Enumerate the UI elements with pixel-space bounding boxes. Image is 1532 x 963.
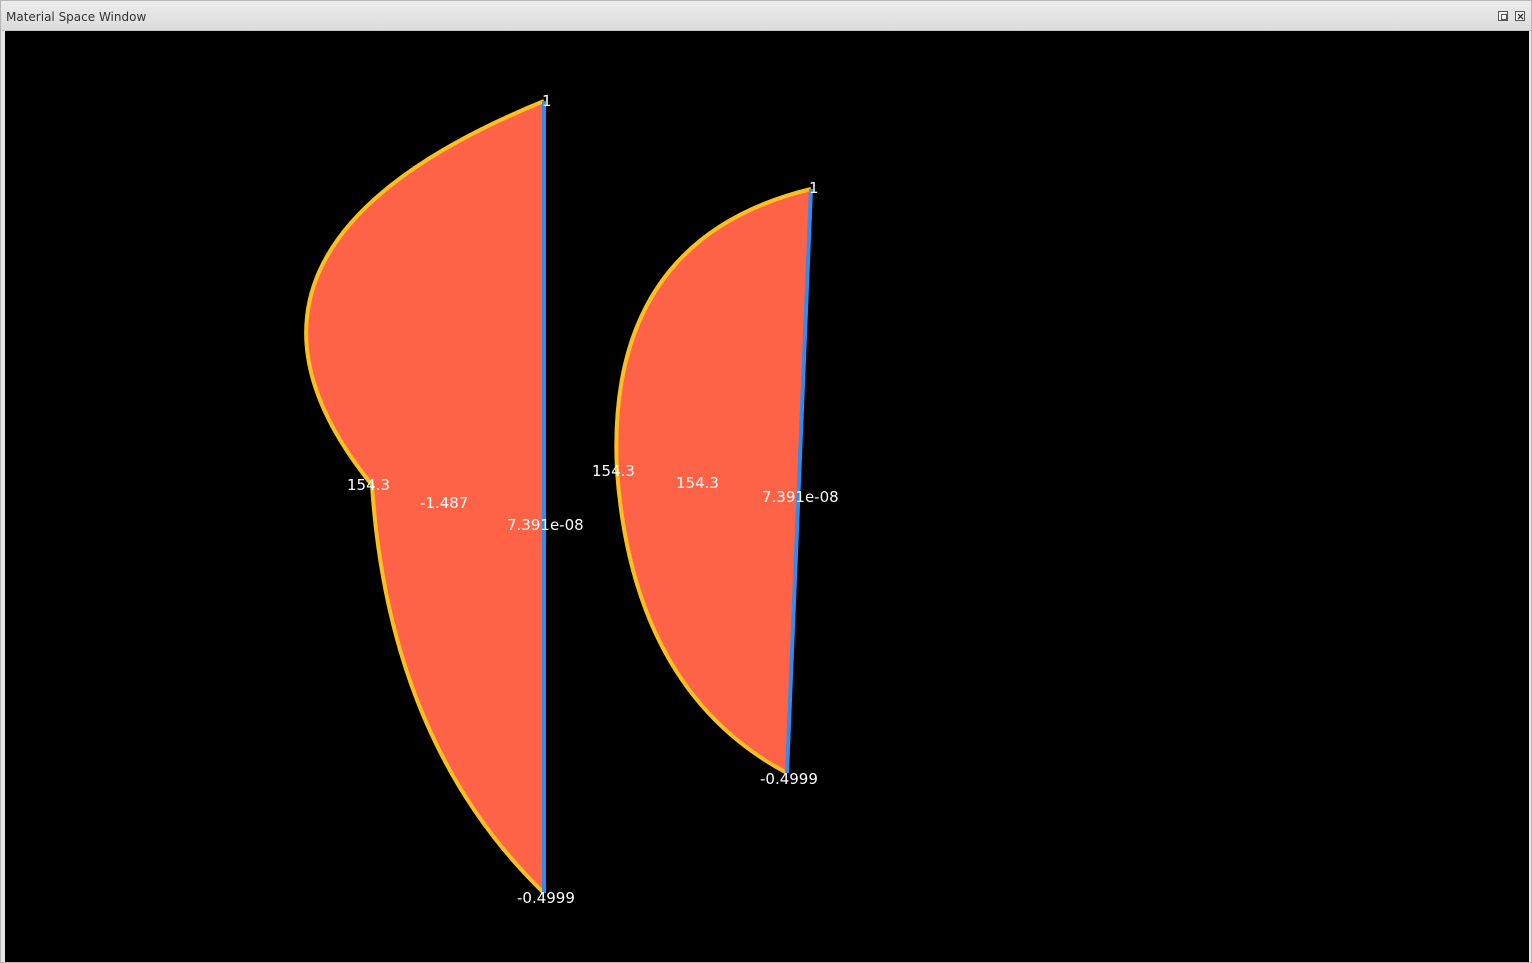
close-icon[interactable] xyxy=(1515,11,1525,21)
window-title: Material Space Window xyxy=(6,10,147,24)
left-interior-label: -1.487 xyxy=(420,494,468,512)
right-shape[interactable]: 1 -0.4999 154.3 154.3 7.391e-08 xyxy=(592,179,839,788)
left-arc-mid-label: 154.3 xyxy=(347,476,390,494)
right-arc-mid-label: 154.3 xyxy=(592,462,635,480)
left-chord-mid-label: 7.391e-08 xyxy=(507,516,584,534)
material-space-window: Material Space Window 1 -0.4999 154.3 -1… xyxy=(0,0,1532,963)
right-chord-mid-label: 7.391e-08 xyxy=(762,488,839,506)
left-bottom-vertex-label: -0.4999 xyxy=(517,889,575,907)
material-space-scene[interactable]: 1 -0.4999 154.3 -1.487 7.391e-08 1 -0.49… xyxy=(5,31,1529,962)
material-space-viewport[interactable]: 1 -0.4999 154.3 -1.487 7.391e-08 1 -0.49… xyxy=(5,31,1529,962)
right-top-vertex-label: 1 xyxy=(809,179,819,197)
title-bar[interactable]: Material Space Window xyxy=(1,1,1531,31)
left-top-vertex-label: 1 xyxy=(542,92,552,110)
right-interior-label: 154.3 xyxy=(676,474,719,492)
left-shape[interactable]: 1 -0.4999 154.3 -1.487 7.391e-08 xyxy=(304,92,584,907)
right-bottom-vertex-label: -0.4999 xyxy=(760,770,818,788)
float-window-icon[interactable] xyxy=(1498,11,1508,21)
